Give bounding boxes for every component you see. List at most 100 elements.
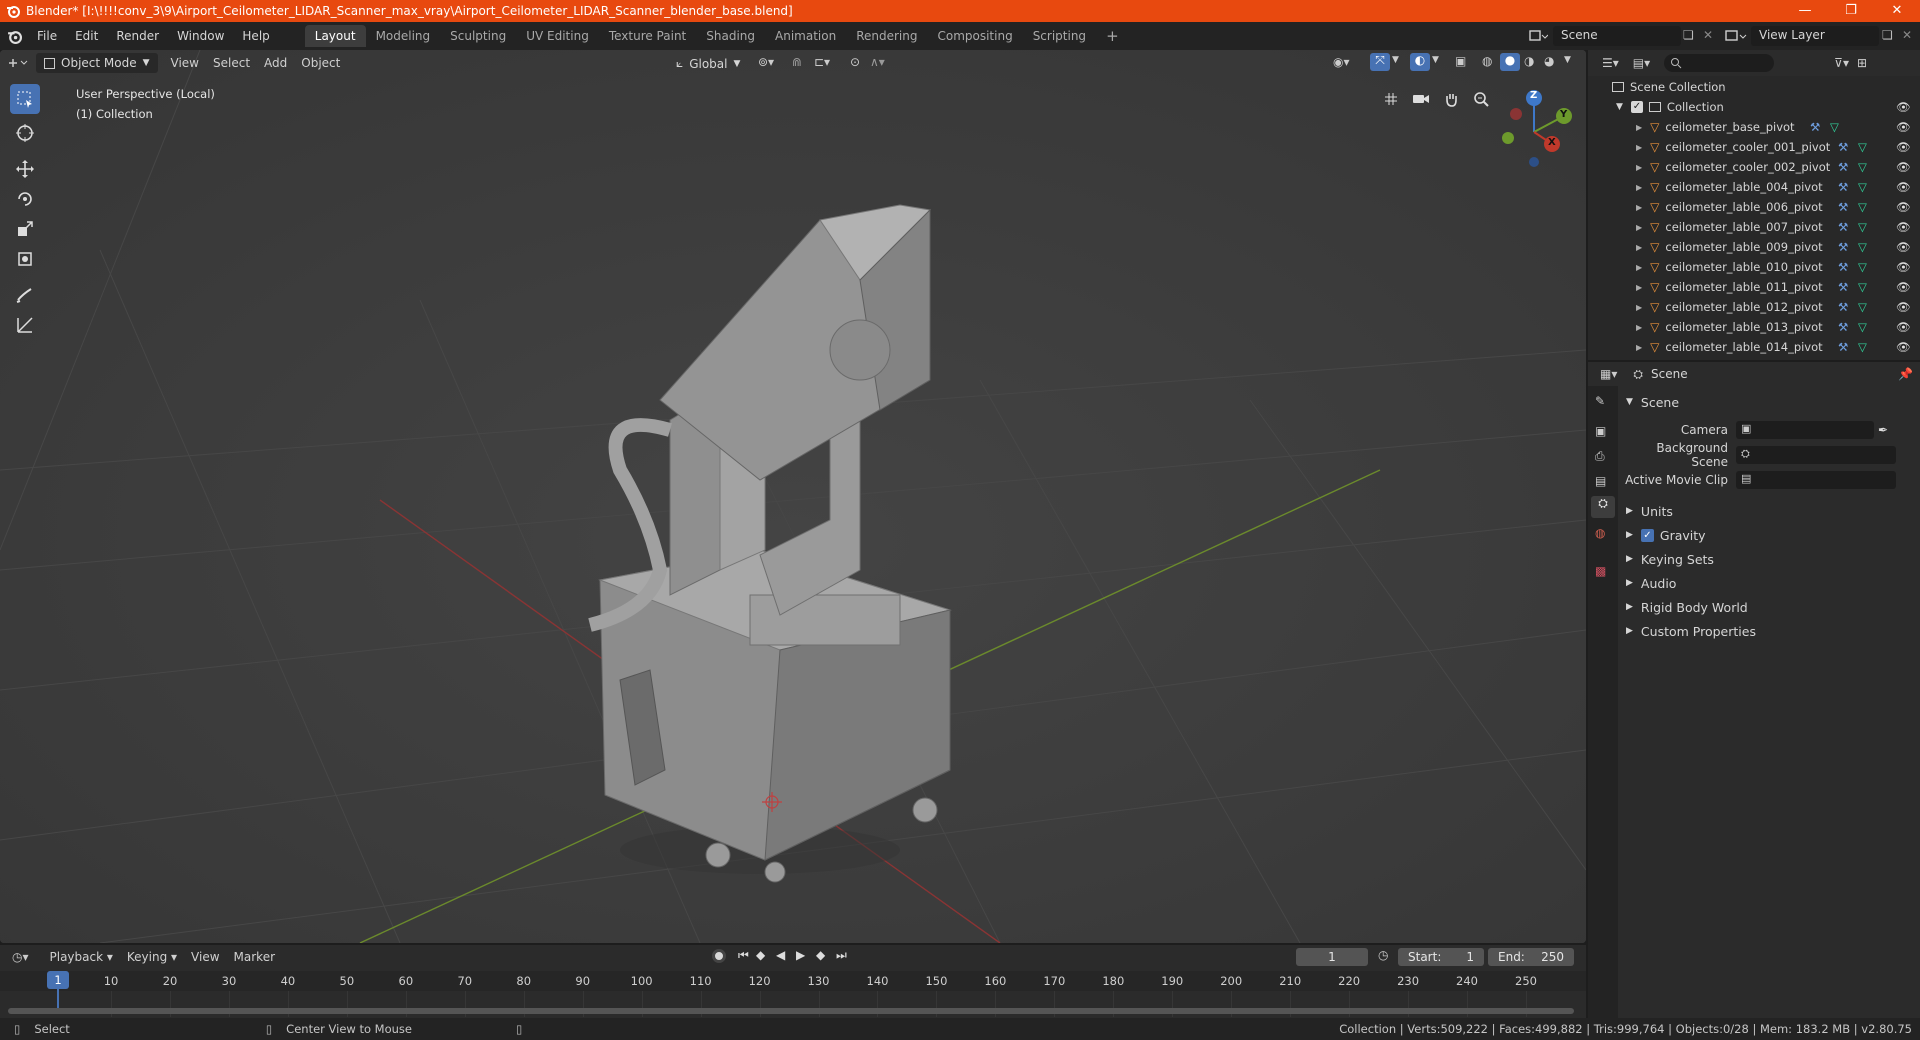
menu-object[interactable]: Object [294, 53, 347, 73]
next-keyframe-icon[interactable]: ◆ [816, 948, 825, 962]
record-button[interactable] [712, 949, 726, 963]
snap-icon[interactable]: ⋒ [792, 55, 802, 69]
scene-selector-icon[interactable] [1528, 28, 1549, 44]
mesh-data-icon[interactable]: ▽ [1858, 200, 1867, 214]
delete-view-layer-icon[interactable]: ✕ [1902, 28, 1912, 42]
scene-name-field[interactable]: Scene [1553, 26, 1681, 46]
active-movie-clip-field[interactable]: ▤ [1736, 471, 1896, 489]
mesh-data-icon[interactable]: ▽ [1858, 260, 1867, 274]
pin-icon[interactable]: 📌 [1898, 367, 1913, 381]
3d-viewport[interactable]: Object Mode ▼ View Select Add Object ⟀ G… [0, 50, 1586, 943]
menu-file[interactable]: File [28, 29, 66, 43]
tab-scripting[interactable]: Scripting [1023, 25, 1096, 47]
tab-sculpting[interactable]: Sculpting [440, 25, 516, 47]
gravity-panel-header[interactable]: ▶ ✓ Gravity [1618, 523, 1920, 547]
tab-shading[interactable]: Shading [696, 25, 765, 47]
tab-layout[interactable]: Layout [304, 25, 366, 47]
tab-uv-editing[interactable]: UV Editing [516, 25, 599, 47]
delete-scene-icon[interactable]: ✕ [1703, 28, 1713, 42]
timeline-editor-type-icon[interactable]: ◷▾ [12, 950, 29, 964]
audio-panel-header[interactable]: ▶ Audio [1618, 571, 1920, 595]
shading-wireframe-icon[interactable]: ◍ [1482, 54, 1492, 68]
collapsed-arrow-icon[interactable]: ▶ [1636, 323, 1642, 332]
tab-modeling[interactable]: Modeling [366, 25, 441, 47]
rigid-body-world-panel-header[interactable]: ▶ Rigid Body World [1618, 595, 1920, 619]
modifier-wrench-icon[interactable]: ⚒ [1810, 120, 1820, 134]
visibility-selectability-icon[interactable]: ◉▾ [1333, 55, 1350, 69]
gravity-checkbox[interactable]: ✓ [1640, 528, 1654, 542]
menu-marker[interactable]: Marker [227, 947, 282, 967]
view-layer-field[interactable]: View Layer [1751, 26, 1879, 46]
outliner-row-collection[interactable]: ▼ ✓ Collection 👁 [1588, 97, 1920, 117]
camera-field[interactable]: ▣ [1736, 421, 1874, 439]
maximize-button[interactable]: ❐ [1828, 0, 1874, 22]
tab-texture-paint[interactable]: Texture Paint [599, 25, 696, 47]
outliner-editor-type-icon[interactable]: ☰▾ [1602, 56, 1619, 70]
rotate-tool[interactable] [10, 184, 40, 214]
mesh-data-icon[interactable]: ▽ [1858, 300, 1867, 314]
eye-icon[interactable]: 👁 [1896, 260, 1911, 274]
scale-tool[interactable] [10, 214, 40, 244]
modifier-wrench-icon[interactable]: ⚒ [1838, 280, 1848, 294]
eye-icon[interactable]: 👁 [1896, 300, 1911, 314]
end-frame-field[interactable]: End: 250 [1488, 948, 1574, 966]
mesh-data-icon[interactable]: ▽ [1858, 280, 1867, 294]
outliner-row-object[interactable]: ▶ ▽ ceilometer_lable_007_pivot ⚒ ▽ 👁 [1588, 217, 1920, 237]
collapsed-arrow-icon[interactable]: ▶ [1636, 143, 1642, 152]
current-frame-field[interactable]: 1 [1296, 948, 1368, 966]
outliner-row-object[interactable]: ▶ ▽ ceilometer_lable_006_pivot ⚒ ▽ 👁 [1588, 197, 1920, 217]
mesh-data-icon[interactable]: ▽ [1858, 220, 1867, 234]
collapsed-arrow-icon[interactable]: ▶ [1636, 123, 1642, 132]
eye-icon[interactable]: 👁 [1896, 340, 1911, 354]
tab-output-icon[interactable]: ⎙ [1595, 449, 1605, 464]
modifier-wrench-icon[interactable]: ⚒ [1838, 220, 1848, 234]
eye-icon[interactable]: 👁 [1896, 160, 1911, 174]
tab-animation[interactable]: Animation [765, 25, 846, 47]
mesh-data-icon[interactable]: ▽ [1858, 160, 1867, 174]
modifier-wrench-icon[interactable]: ⚒ [1838, 260, 1848, 274]
background-scene-field[interactable]: ⛭ [1736, 446, 1896, 464]
menu-edit[interactable]: Edit [66, 29, 107, 43]
eye-icon[interactable]: 👁 [1896, 180, 1911, 194]
tab-rendering[interactable]: Rendering [846, 25, 927, 47]
mesh-data-icon[interactable]: ▽ [1858, 320, 1867, 334]
outliner-row-scene-collection[interactable]: Scene Collection [1588, 77, 1920, 97]
eye-icon[interactable]: 👁 [1896, 200, 1911, 214]
view-layer-icon[interactable] [1724, 28, 1748, 44]
outliner-row-object[interactable]: ▶ ▽ ceilometer_cooler_002_pivot ⚒ ▽ 👁 [1588, 157, 1920, 177]
start-frame-field[interactable]: Start: 1 [1398, 948, 1484, 966]
mesh-data-icon[interactable]: ▽ [1858, 240, 1867, 254]
gizmo-toggle-icon[interactable]: ⤧ [1370, 53, 1390, 71]
scene-panel-header[interactable]: ▼ Scene [1618, 390, 1920, 414]
keying-sets-panel-header[interactable]: ▶ Keying Sets [1618, 547, 1920, 571]
eye-icon[interactable]: 👁 [1896, 140, 1911, 154]
annotate-tool[interactable] [10, 280, 40, 310]
outliner-row-object[interactable]: ▶ ▽ ceilometer_lable_010_pivot ⚒ ▽ 👁 [1588, 257, 1920, 277]
tab-scene-icon[interactable]: ⛭ [1591, 496, 1615, 518]
jump-start-icon[interactable]: ⏮ [738, 948, 749, 963]
modifier-wrench-icon[interactable]: ⚒ [1838, 160, 1848, 174]
camera-view-icon[interactable] [1408, 86, 1434, 112]
prev-keyframe-icon[interactable]: ◆ [756, 948, 765, 962]
collapsed-arrow-icon[interactable]: ▶ [1636, 223, 1642, 232]
modifier-wrench-icon[interactable]: ⚒ [1838, 340, 1848, 354]
falloff-icon[interactable]: ∧▾ [870, 55, 885, 69]
play-icon[interactable]: ▶ [796, 948, 805, 962]
overlays-toggle-icon[interactable]: ◐ [1410, 53, 1430, 71]
eye-icon[interactable]: 👁 [1896, 320, 1911, 334]
custom-properties-panel-header[interactable]: ▶ Custom Properties [1618, 619, 1920, 643]
navigation-gizmo[interactable]: Z Y X [1498, 86, 1580, 168]
collapsed-arrow-icon[interactable]: ▶ [1636, 343, 1642, 352]
eye-icon[interactable]: 👁 [1896, 100, 1911, 114]
xray-toggle-icon[interactable]: ▣ [1455, 54, 1466, 68]
eye-icon[interactable]: 👁 [1896, 120, 1911, 134]
mode-dropdown[interactable]: Object Mode ▼ [36, 53, 158, 73]
collapsed-arrow-icon[interactable]: ▶ [1636, 303, 1642, 312]
blender-menu-icon[interactable] [0, 29, 28, 44]
collapsed-arrow-icon[interactable]: ▶ [1636, 263, 1642, 272]
overlays-dropdown-icon[interactable]: ▼ [1432, 55, 1439, 65]
outliner-row-object[interactable]: ▶ ▽ ceilometer_lable_004_pivot ⚒ ▽ 👁 [1588, 177, 1920, 197]
tab-tool-icon[interactable]: ✎ [1595, 394, 1605, 408]
menu-view[interactable]: View [164, 53, 206, 73]
menu-select[interactable]: Select [206, 53, 257, 73]
